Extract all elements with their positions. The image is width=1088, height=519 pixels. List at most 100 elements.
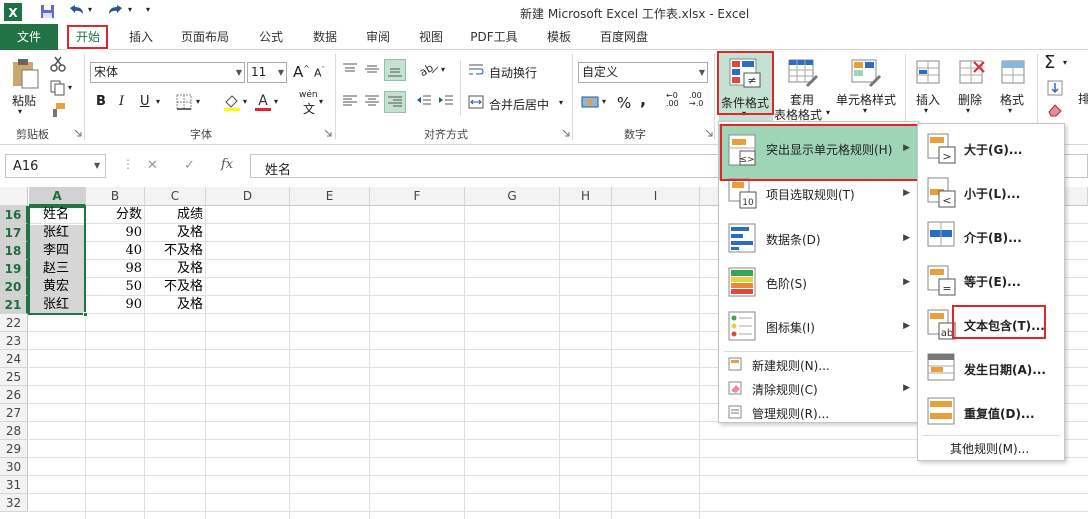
submenu-item-less-than[interactable]: < 小于(L)... [918, 171, 1064, 215]
cell-B19[interactable]: 98 [86, 260, 142, 278]
bold-button[interactable]: B [96, 94, 106, 109]
decrease-decimal-icon[interactable]: .00 →.0 [689, 92, 703, 108]
phonetic-char-icon[interactable]: 文 [303, 100, 315, 117]
tab-templates[interactable]: 模板 [536, 24, 582, 50]
row-header-27[interactable]: 27 [0, 404, 28, 422]
fill-icon[interactable] [1046, 80, 1064, 96]
font-color-dropdown-icon[interactable]: ▾ [274, 97, 278, 106]
format-painter-icon[interactable] [50, 102, 66, 118]
menu-item-color-scales[interactable]: 色阶(S) ▶ [719, 262, 918, 306]
fill-color-dropdown-icon[interactable]: ▾ [243, 97, 247, 106]
phonetic-button[interactable]: wén [299, 90, 318, 100]
submenu-item-date-occurring[interactable]: 发生日期(A)... [918, 347, 1064, 391]
row-header-28[interactable]: 28 [0, 422, 28, 440]
submenu-item-equal-to[interactable]: = 等于(E)... [918, 259, 1064, 303]
font-launcher-icon[interactable] [324, 129, 332, 137]
row-header-19[interactable]: 19 [0, 260, 28, 278]
tab-baidu-netdisk[interactable]: 百度网盘 [592, 24, 656, 50]
phonetic-dropdown-icon[interactable]: ▾ [319, 97, 323, 106]
submenu-item-greater-than[interactable]: > 大于(G)... [918, 127, 1064, 171]
cell-styles-icon[interactable] [850, 58, 882, 88]
format-as-table-icon[interactable] [787, 58, 819, 88]
format-as-table-dropdown-icon[interactable]: ▾ [826, 108, 830, 117]
submenu-item-more-rules[interactable]: 其他规则(M)... [918, 436, 1064, 460]
row-header-26[interactable]: 26 [0, 386, 28, 404]
alignment-launcher-icon[interactable] [562, 129, 570, 137]
row-header-29[interactable]: 29 [0, 440, 28, 458]
row-header-23[interactable]: 23 [0, 332, 28, 350]
customize-qat-icon[interactable]: ▾ [146, 5, 150, 14]
save-icon[interactable] [40, 4, 55, 19]
autosum-dropdown-icon[interactable]: ▾ [1063, 58, 1067, 67]
clipboard-launcher-icon[interactable] [74, 129, 82, 137]
align-middle-icon[interactable] [364, 62, 380, 76]
delete-cells-dropdown-icon[interactable]: ▾ [966, 106, 970, 115]
accounting-format-icon[interactable] [581, 94, 601, 110]
redo-dropdown-icon[interactable]: ▾ [128, 5, 132, 14]
cell-B18[interactable]: 40 [86, 242, 142, 260]
paste-icon[interactable] [10, 58, 40, 90]
row-header-31[interactable]: 31 [0, 476, 28, 494]
cell-C16[interactable]: 成绩 [145, 206, 203, 224]
cell-A18[interactable]: 李四 [29, 242, 83, 260]
comma-button[interactable]: , [640, 90, 646, 109]
cell-B16[interactable]: 分数 [86, 206, 142, 224]
column-header-I[interactable]: I [612, 187, 700, 206]
cell-C20[interactable]: 不及格 [145, 278, 203, 296]
cell-C18[interactable]: 不及格 [145, 242, 203, 260]
accounting-dropdown-icon[interactable]: ▾ [602, 97, 606, 106]
increase-decimal-icon[interactable]: ←0.00 [666, 92, 679, 108]
borders-dropdown-icon[interactable]: ▾ [196, 97, 200, 106]
cell-C19[interactable]: 及格 [145, 260, 203, 278]
tab-data[interactable]: 数据 [302, 24, 348, 50]
number-format-combo[interactable]: 自定义 ▼ [578, 62, 708, 83]
cell-A16[interactable]: 姓名 [29, 206, 83, 224]
clear-icon[interactable] [1046, 102, 1064, 118]
copy-dropdown-icon[interactable]: ▾ [68, 83, 72, 92]
cancel-entry-icon[interactable]: ✕ [147, 158, 158, 173]
merge-center-icon[interactable] [468, 95, 484, 109]
paste-dropdown-icon[interactable]: ▾ [18, 107, 22, 116]
tab-file[interactable]: 文件 [0, 24, 58, 50]
cell-A17[interactable]: 张红 [29, 224, 83, 242]
row-header-32[interactable]: 32 [0, 494, 28, 512]
merge-dropdown-icon[interactable]: ▾ [559, 98, 563, 107]
column-header-H[interactable]: H [560, 187, 612, 206]
tab-review[interactable]: 审阅 [355, 24, 401, 50]
submenu-item-between[interactable]: 介于(B)... [918, 215, 1064, 259]
font-name-dropdown-icon[interactable]: ▼ [236, 63, 242, 82]
wrap-text-icon[interactable] [468, 63, 484, 77]
underline-dropdown-icon[interactable]: ▾ [156, 97, 160, 106]
cell-A19[interactable]: 赵三 [29, 260, 83, 278]
insert-cells-dropdown-icon[interactable]: ▾ [924, 106, 928, 115]
row-header-21[interactable]: 21 [0, 296, 28, 314]
name-box[interactable]: A16 ▼ [5, 154, 106, 178]
tab-page-layout[interactable]: 页面布局 [173, 24, 237, 50]
cell-B20[interactable]: 50 [86, 278, 142, 296]
percent-button[interactable]: % [617, 94, 631, 112]
borders-icon[interactable] [176, 94, 194, 110]
font-color-icon[interactable]: A [253, 92, 273, 112]
tab-pdf-tools[interactable]: PDF工具 [462, 24, 526, 50]
cell-A20[interactable]: 黄宏 [29, 278, 83, 296]
undo-dropdown-icon[interactable]: ▾ [88, 5, 92, 14]
format-cells-dropdown-icon[interactable]: ▾ [1008, 106, 1012, 115]
row-header-24[interactable]: 24 [0, 350, 28, 368]
row-header-18[interactable]: 18 [0, 242, 28, 260]
orientation-dropdown-icon[interactable]: ▾ [441, 65, 445, 74]
cell-styles-dropdown-icon[interactable]: ▾ [863, 106, 867, 115]
row-header-16[interactable]: 16 [0, 206, 28, 224]
merge-center-label[interactable]: 合并后居中 [489, 96, 549, 113]
fill-color-icon[interactable] [222, 92, 242, 112]
format-cells-icon[interactable] [998, 58, 1028, 88]
column-header-F[interactable]: F [370, 187, 465, 206]
increase-font-icon[interactable]: A^ [293, 63, 310, 81]
cell-B17[interactable]: 90 [86, 224, 142, 242]
column-header-E[interactable]: E [290, 187, 370, 206]
row-header-22[interactable]: 22 [0, 314, 28, 332]
autosum-icon[interactable]: Σ [1044, 52, 1055, 73]
paste-label[interactable]: 粘贴 [12, 92, 36, 109]
row-header-30[interactable]: 30 [0, 458, 28, 476]
decrease-indent-icon[interactable] [416, 94, 432, 108]
delete-cells-icon[interactable] [956, 58, 986, 88]
